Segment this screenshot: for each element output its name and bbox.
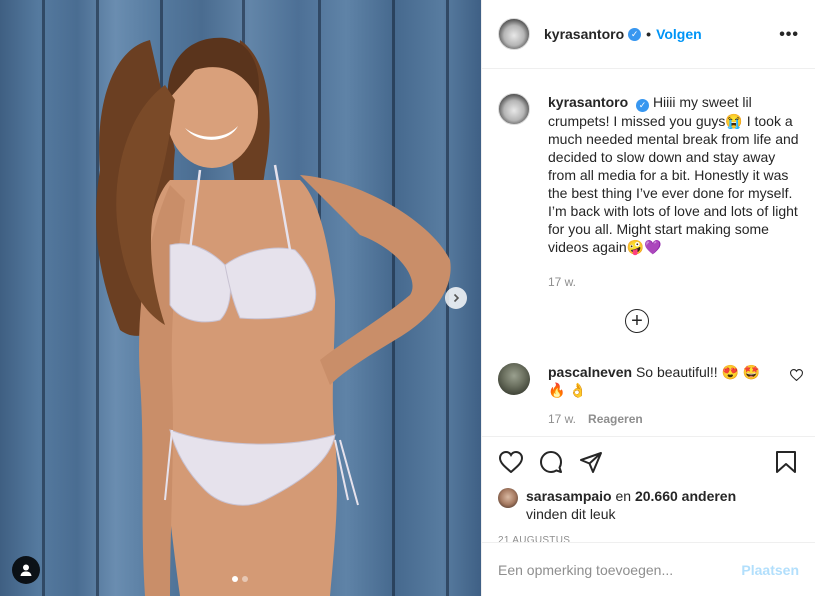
plus-circle-icon: + — [631, 310, 643, 332]
follow-button[interactable]: Volgen — [656, 26, 702, 42]
like-button[interactable] — [498, 449, 524, 475]
header-separator: • — [646, 26, 652, 42]
caption-author-avatar[interactable] — [498, 93, 530, 125]
post-photo[interactable] — [0, 0, 481, 596]
commenter-username[interactable]: pascalneven — [548, 364, 632, 380]
likes-suffix: vinden dit leuk — [526, 506, 616, 522]
comment-bubble-icon — [540, 451, 562, 473]
likes-text-middle: en — [615, 488, 632, 504]
add-comment-bar: Plaatsen — [482, 542, 815, 596]
comments-section: kyrasantoro ✓ Hiiii my sweet lil crumpet… — [482, 69, 815, 436]
carousel-dot-active — [232, 576, 238, 582]
post-caption: kyrasantoro ✓ Hiiii my sweet lil crumpet… — [498, 93, 803, 291]
user-tag-button[interactable] — [12, 556, 40, 584]
bookmark-icon — [776, 451, 796, 473]
comment-button[interactable] — [538, 449, 564, 475]
reply-button[interactable]: Reageren — [588, 410, 643, 428]
author-avatar[interactable] — [498, 18, 530, 50]
caption-username[interactable]: kyrasantoro — [548, 94, 628, 110]
post-comment-button[interactable]: Plaatsen — [741, 562, 799, 578]
paper-plane-icon — [580, 452, 602, 473]
action-icon-row — [498, 445, 799, 479]
comment-item: pascalneven So beautiful!! 😍 🤩 🔥 👌 17 w.… — [498, 363, 805, 428]
carousel-next-button[interactable] — [445, 287, 467, 309]
comment-like-heart-icon[interactable] — [790, 369, 803, 381]
comment-timestamp[interactable]: 17 w. — [548, 410, 576, 428]
liker-username[interactable]: sarasampaio — [526, 488, 612, 504]
verified-badge-icon: ✓ — [636, 99, 650, 112]
comment-input[interactable] — [498, 561, 742, 578]
carousel-dot — [242, 576, 248, 582]
post-actions: sarasampaio en 20.660 anderen vinden dit… — [482, 436, 815, 596]
post-side-panel: kyrasantoro ✓ • Volgen ••• kyrasantoro ✓… — [481, 0, 815, 596]
author-username[interactable]: kyrasantoro — [544, 26, 624, 42]
photo-subject-figure — [96, 37, 451, 596]
caption-timestamp[interactable]: 17 w. — [548, 273, 803, 291]
more-options-icon[interactable]: ••• — [779, 26, 799, 44]
chevron-right-icon — [453, 293, 460, 303]
liker-avatar[interactable] — [498, 488, 518, 508]
commenter-avatar[interactable] — [498, 363, 530, 395]
likes-count-link[interactable]: 20.660 anderen — [635, 488, 736, 504]
caption-text: Hiiii my sweet lil crumpets! I missed yo… — [548, 94, 799, 255]
heart-icon — [499, 451, 523, 473]
likes-summary: sarasampaio en 20.660 anderen vinden dit… — [498, 487, 799, 523]
save-button[interactable] — [773, 449, 799, 475]
post-header: kyrasantoro ✓ • Volgen ••• — [482, 0, 815, 69]
load-more-comments-button[interactable]: + — [625, 309, 649, 333]
carousel-indicator — [232, 576, 248, 582]
verified-badge-icon: ✓ — [628, 27, 642, 41]
instagram-post: kyrasantoro ✓ • Volgen ••• kyrasantoro ✓… — [0, 0, 815, 596]
user-tag-icon — [20, 564, 32, 576]
share-button[interactable] — [578, 449, 604, 475]
